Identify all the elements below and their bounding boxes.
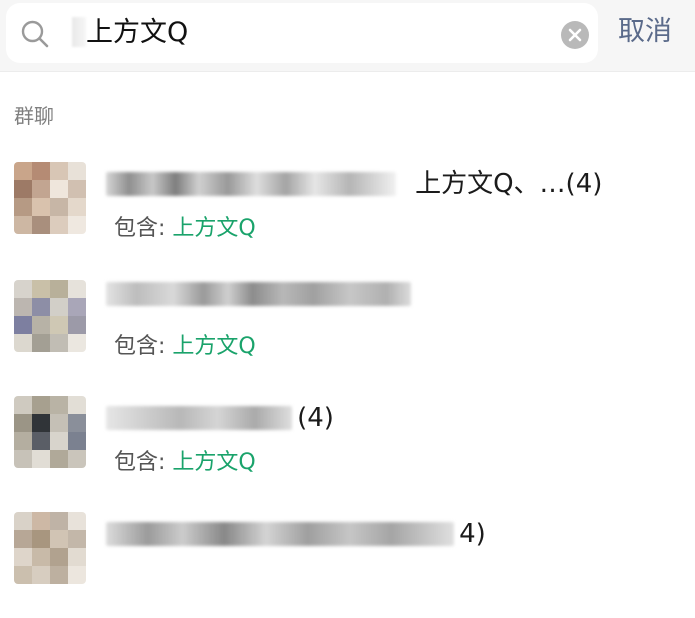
section-title: 群聊 — [14, 104, 54, 128]
chat-name — [106, 282, 416, 322]
search-header: 上方文Q 取消 — [0, 0, 695, 72]
contains-line: 包含: 上方文Q — [114, 444, 256, 476]
contains-line: 包含: 上方文Q — [114, 210, 256, 242]
avatar — [14, 280, 86, 352]
avatar — [14, 512, 86, 584]
contains-match: 上方文Q — [172, 450, 256, 475]
group-chat-result[interactable]: (4) 包含: 上方文Q — [0, 388, 695, 502]
name-redaction — [106, 406, 292, 430]
contains-line: 包含: 上方文Q — [114, 328, 256, 360]
group-chat-result[interactable]: 4) — [0, 504, 695, 618]
name-redaction — [106, 282, 411, 306]
chat-name-suffix: 上方文Q、…(4) — [415, 169, 603, 199]
clear-icon[interactable] — [561, 21, 589, 49]
search-box[interactable]: 上方文Q — [6, 3, 598, 63]
chat-name-suffix: 4) — [459, 519, 486, 549]
contains-match: 上方文Q — [172, 334, 256, 359]
chat-name: 上方文Q、…(4) — [106, 164, 602, 204]
contains-label: 包含: — [114, 216, 173, 241]
contains-label: 包含: — [114, 450, 173, 475]
avatar — [14, 396, 86, 468]
name-redaction — [106, 522, 454, 546]
chat-name-suffix: (4) — [297, 403, 334, 433]
search-input[interactable]: 上方文Q — [72, 9, 532, 57]
name-redaction — [106, 172, 396, 196]
search-icon — [21, 20, 49, 48]
chat-name: 4) — [106, 514, 486, 554]
avatar — [14, 162, 86, 234]
clear-x-icon — [568, 28, 582, 42]
group-chat-section-header: 群聊 — [0, 72, 695, 154]
cancel-button[interactable]: 取消 — [618, 12, 672, 52]
chat-name: (4) — [106, 398, 334, 438]
group-chat-result[interactable]: 上方文Q、…(4) 包含: 上方文Q — [0, 154, 695, 268]
contains-match: 上方文Q — [172, 216, 256, 241]
contains-label: 包含: — [114, 334, 173, 359]
group-chat-result[interactable]: 包含: 上方文Q — [0, 272, 695, 386]
